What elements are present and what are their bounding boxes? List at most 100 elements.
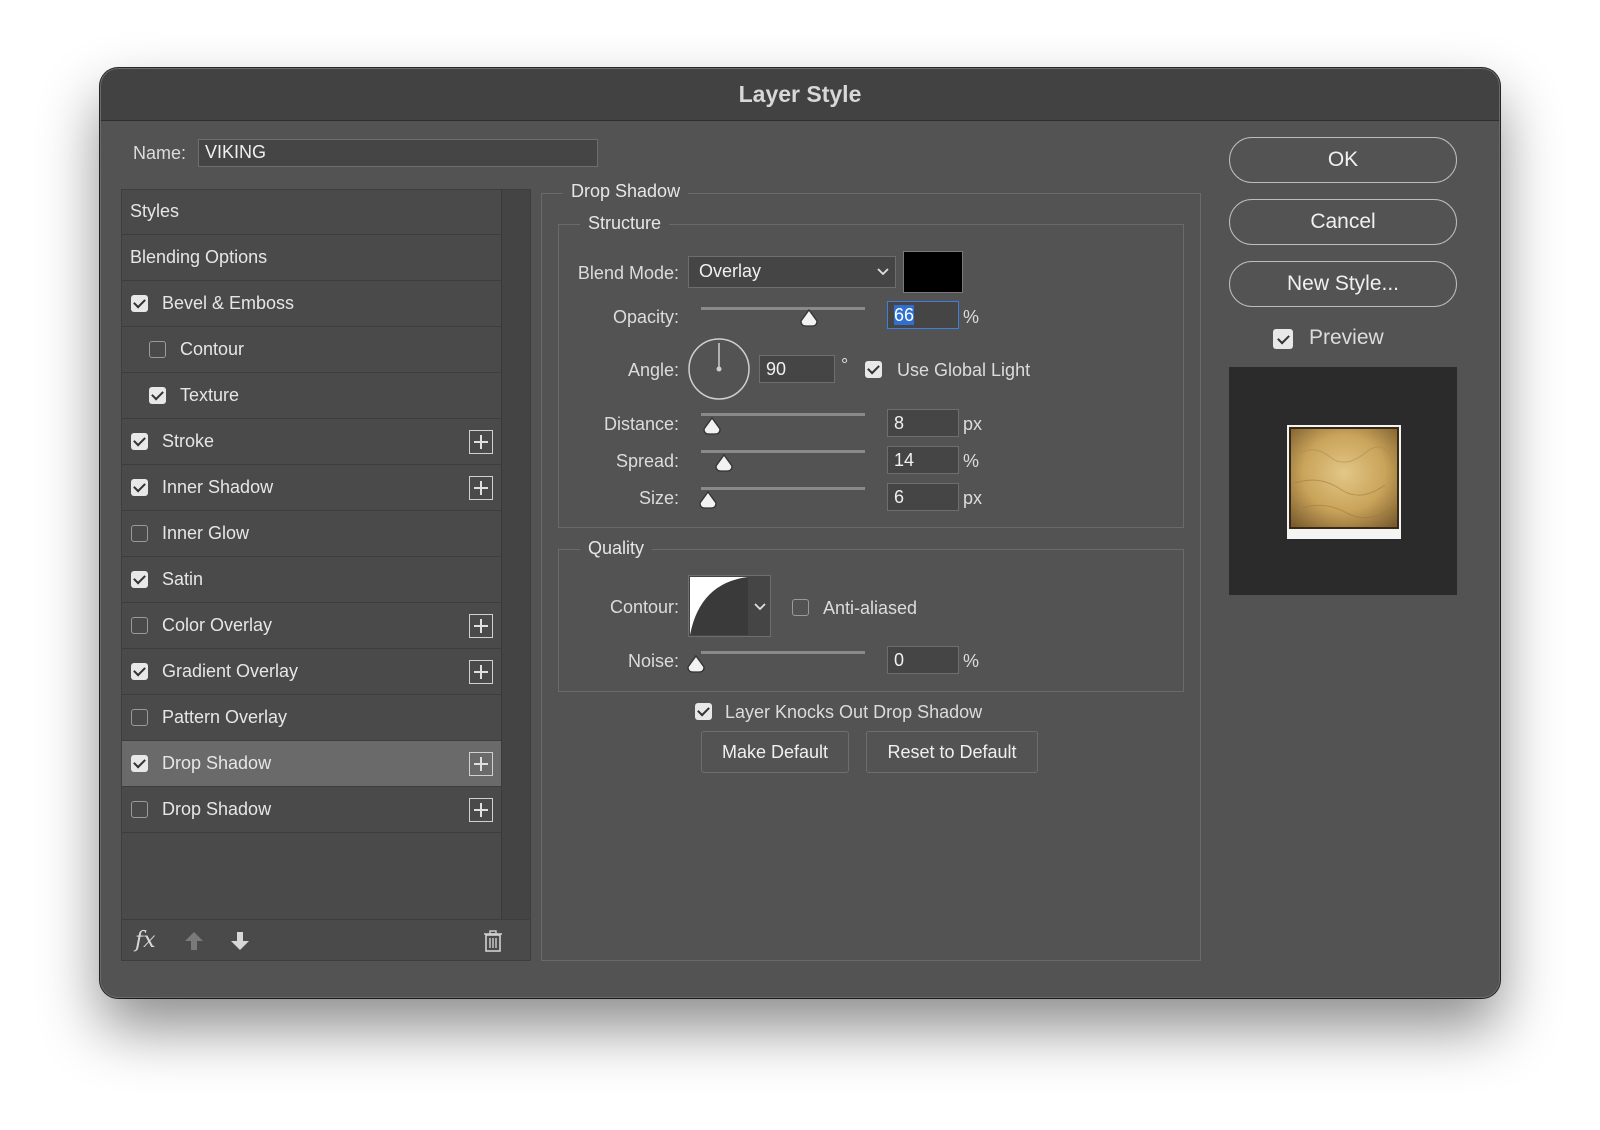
trash-icon[interactable]: [483, 930, 503, 952]
style-item-stroke[interactable]: Stroke: [121, 419, 501, 465]
distance-unit: px: [963, 414, 983, 434]
name-input[interactable]: VIKING: [198, 139, 598, 167]
noise-slider[interactable]: [701, 651, 865, 654]
blend-mode-select[interactable]: Overlay: [688, 256, 896, 288]
style-item-label: Stroke: [162, 431, 215, 451]
use-global-light-label: Use Global Light: [897, 360, 1031, 380]
spread-slider[interactable]: [701, 450, 865, 453]
cancel-button[interactable]: Cancel: [1229, 199, 1457, 245]
spread-slider-thumb[interactable]: [715, 454, 733, 472]
style-item-styles[interactable]: Styles: [121, 189, 501, 235]
use-global-light-checkbox[interactable]: [865, 361, 882, 378]
angle-input[interactable]: 90: [759, 355, 835, 383]
style-item-checkbox[interactable]: [131, 663, 148, 680]
add-effect-plus-icon[interactable]: [469, 476, 493, 500]
style-item-label: Contour: [180, 339, 245, 359]
style-item-checkbox[interactable]: [131, 801, 148, 818]
style-preview: [1229, 367, 1457, 595]
size-label: Size:: [638, 488, 679, 508]
add-effect-plus-icon[interactable]: [469, 614, 493, 638]
opacity-unit: %: [963, 307, 980, 327]
structure-title: Structure: [580, 213, 670, 234]
angle-label: Angle:: [627, 360, 679, 380]
layer-knockout-checkbox[interactable]: [695, 703, 712, 720]
style-item-texture[interactable]: Texture: [121, 373, 501, 419]
style-item-blending-options[interactable]: Blending Options: [121, 235, 501, 281]
contour-picker[interactable]: [688, 575, 771, 637]
styles-list-scrollbar[interactable]: [501, 189, 531, 919]
preview-label: Preview: [1309, 326, 1384, 349]
preview-thumbnail-image: [1287, 425, 1401, 539]
noise-label: Noise:: [627, 651, 679, 671]
add-effect-plus-icon[interactable]: [469, 752, 493, 776]
style-item-label: Styles: [130, 201, 180, 221]
style-item-checkbox[interactable]: [149, 341, 166, 358]
spread-input[interactable]: 14: [887, 446, 959, 474]
style-item-label: Texture: [180, 385, 240, 405]
opacity-slider-thumb[interactable]: [800, 309, 818, 327]
style-item-checkbox[interactable]: [149, 387, 166, 404]
opacity-slider[interactable]: [701, 307, 865, 310]
style-item-label: Drop Shadow: [162, 799, 272, 819]
preview-checkbox[interactable]: [1273, 329, 1293, 349]
distance-input[interactable]: 8: [887, 409, 959, 437]
style-item-checkbox[interactable]: [131, 479, 148, 496]
anti-aliased-label: Anti-aliased: [823, 598, 918, 618]
distance-label: Distance:: [603, 414, 679, 434]
spread-unit: %: [963, 451, 980, 471]
style-item-checkbox[interactable]: [131, 617, 148, 634]
style-item-checkbox[interactable]: [131, 295, 148, 312]
contour-label: Contour:: [609, 597, 679, 617]
style-item-bevel-emboss[interactable]: Bevel & Emboss: [121, 281, 501, 327]
style-item-pattern-overlay[interactable]: Pattern Overlay: [121, 695, 501, 741]
ok-button[interactable]: OK: [1229, 137, 1457, 183]
add-effect-plus-icon[interactable]: [469, 430, 493, 454]
style-item-drop-shadow[interactable]: Drop Shadow: [121, 787, 501, 833]
style-item-inner-shadow[interactable]: Inner Shadow: [121, 465, 501, 511]
size-input[interactable]: 6: [887, 483, 959, 511]
noise-input[interactable]: 0: [887, 646, 959, 674]
style-item-checkbox[interactable]: [131, 709, 148, 726]
layer-knockout-label: Layer Knocks Out Drop Shadow: [725, 702, 983, 722]
style-item-drop-shadow[interactable]: Drop Shadow: [121, 741, 501, 787]
dialog-title: Layer Style: [101, 69, 1499, 121]
name-label: Name:: [133, 143, 187, 163]
distance-slider[interactable]: [701, 413, 865, 416]
reset-to-default-button[interactable]: Reset to Default: [866, 731, 1038, 773]
style-item-label: Gradient Overlay: [162, 661, 299, 681]
style-item-gradient-overlay[interactable]: Gradient Overlay: [121, 649, 501, 695]
make-default-button[interactable]: Make Default: [701, 731, 849, 773]
style-item-checkbox[interactable]: [131, 525, 148, 542]
shadow-color-swatch[interactable]: [903, 251, 963, 293]
move-down-icon[interactable]: [229, 930, 251, 952]
size-slider-thumb[interactable]: [699, 491, 717, 509]
fx-icon[interactable]: fx: [135, 928, 156, 953]
style-item-satin[interactable]: Satin: [121, 557, 501, 603]
new-style-button[interactable]: New Style...: [1229, 261, 1457, 307]
distance-slider-thumb[interactable]: [703, 417, 721, 435]
size-slider[interactable]: [701, 487, 865, 490]
style-item-label: Color Overlay: [162, 615, 273, 635]
opacity-input[interactable]: 66: [887, 301, 959, 329]
style-item-checkbox[interactable]: [131, 571, 148, 588]
drop-shadow-title: Drop Shadow: [563, 181, 689, 202]
style-item-inner-glow[interactable]: Inner Glow: [121, 511, 501, 557]
style-item-label: Blending Options: [130, 247, 268, 267]
quality-title: Quality: [580, 538, 653, 559]
blend-mode-label: Blend Mode:: [577, 263, 679, 283]
noise-unit: %: [963, 651, 980, 671]
styles-list: Styles Blending Options Bevel & Emboss Cont…: [121, 189, 501, 919]
style-item-color-overlay[interactable]: Color Overlay: [121, 603, 501, 649]
chevron-down-icon: [754, 603, 766, 611]
noise-slider-thumb[interactable]: [687, 655, 705, 673]
style-item-checkbox[interactable]: [131, 755, 148, 772]
move-up-icon[interactable]: [183, 930, 205, 952]
angle-dial[interactable]: [687, 337, 751, 401]
style-item-checkbox[interactable]: [131, 433, 148, 450]
add-effect-plus-icon[interactable]: [469, 798, 493, 822]
style-item-contour[interactable]: Contour: [121, 327, 501, 373]
add-effect-plus-icon[interactable]: [469, 660, 493, 684]
angle-unit: °: [841, 355, 849, 375]
styles-list-footer: fx: [121, 919, 531, 961]
anti-aliased-checkbox[interactable]: [792, 599, 809, 616]
